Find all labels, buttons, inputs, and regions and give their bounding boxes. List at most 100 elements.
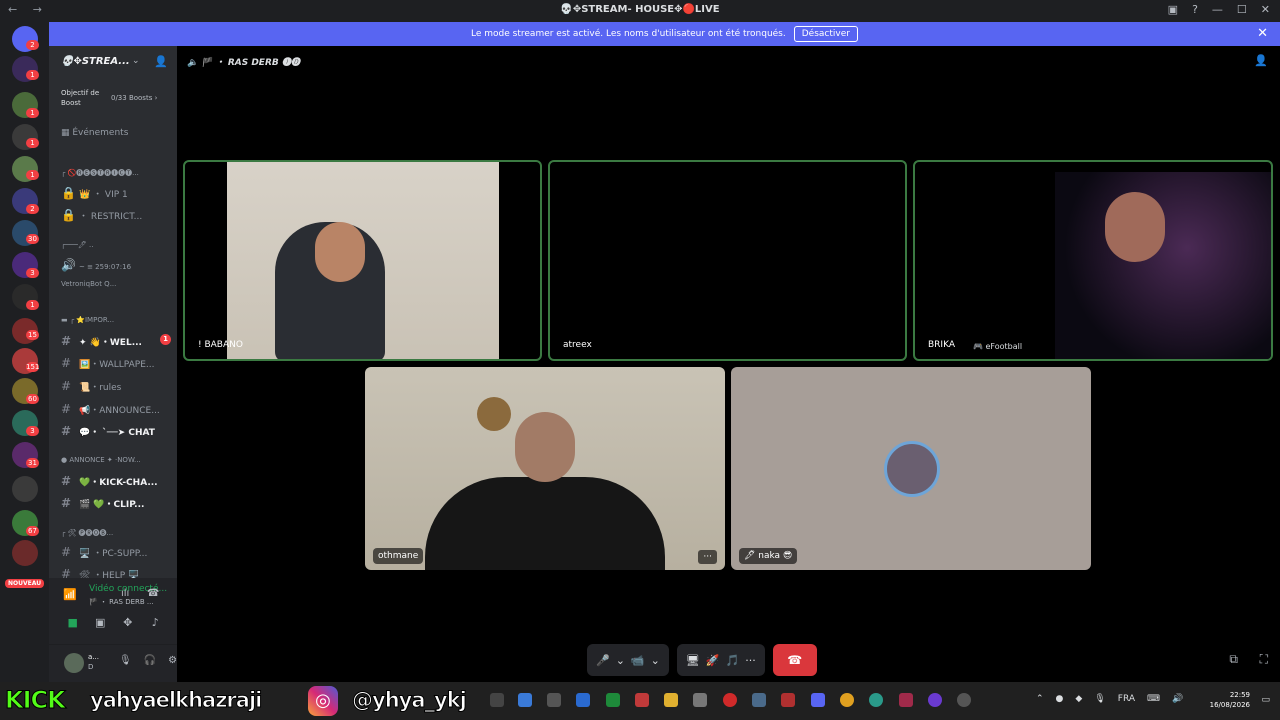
channel-category[interactable]: ┌ 🚫🅡🅔🅢🅣🅡🅘🅒🅣... bbox=[61, 168, 173, 178]
help-icon[interactable]: ? bbox=[1192, 3, 1198, 16]
noise-suppression-icon[interactable]: ılı bbox=[121, 588, 129, 599]
taskbar-app-icon[interactable] bbox=[490, 693, 504, 707]
speaker-icon: 🔈 bbox=[187, 58, 202, 68]
participant-tile[interactable]: BRIKA 🎮 eFootball bbox=[913, 160, 1273, 361]
channel-item[interactable]: # 🎬 💚・CLIP... bbox=[61, 496, 173, 510]
avatar[interactable] bbox=[64, 653, 84, 673]
channel-item[interactable]: # ✦ 👋・WEL... 1 bbox=[61, 334, 173, 348]
soundboard-icon[interactable]: 🎵 bbox=[726, 654, 740, 667]
server-badge: 1 bbox=[26, 138, 39, 148]
chevron-up-icon[interactable]: ⌃ bbox=[1036, 694, 1044, 704]
voice-member[interactable]: VetroniqBot Q... bbox=[61, 280, 173, 288]
camera-icon[interactable]: ■ bbox=[60, 616, 86, 629]
signal-icon[interactable]: 📶 bbox=[63, 588, 77, 601]
more-options-button[interactable]: ··· bbox=[698, 550, 717, 564]
taskbar-app-icon[interactable] bbox=[899, 693, 913, 707]
channel-item[interactable]: # 💬・ ˋ──➤ CHAT bbox=[61, 424, 173, 438]
channel-item[interactable]: # 🖼️・WALLPAPE... bbox=[61, 356, 173, 370]
channel-category[interactable]: ▬ ┌ ⭐IMPOR... bbox=[61, 316, 173, 324]
channel-item[interactable]: # 📜・rules bbox=[61, 379, 173, 393]
server-badge: 15 bbox=[26, 330, 39, 340]
screen-share-icon[interactable]: ▣ bbox=[87, 616, 113, 629]
server-icon[interactable] bbox=[12, 476, 38, 502]
hangup-button[interactable]: ☎ bbox=[772, 644, 817, 676]
participant-name: ! BABANO bbox=[198, 340, 243, 350]
participant-tile[interactable]: 🖋 naka 😎 bbox=[731, 367, 1091, 570]
inbox-icon[interactable]: ▣ bbox=[1168, 3, 1178, 16]
boost-goal-label[interactable]: Objectif de Boost bbox=[61, 88, 111, 108]
taskbar-app-icon[interactable] bbox=[664, 693, 678, 707]
microphone-icon[interactable]: 🎙 bbox=[1094, 694, 1105, 704]
username[interactable]: a... bbox=[88, 653, 99, 661]
banner-close-icon[interactable]: ✕ bbox=[1257, 26, 1268, 41]
settings-gear-icon[interactable]: ⚙ bbox=[168, 655, 177, 666]
camera-icon[interactable]: 📹 bbox=[631, 654, 645, 667]
server-badge: 1 bbox=[26, 108, 39, 118]
hash-icon: # bbox=[61, 424, 72, 438]
server-icon[interactable] bbox=[12, 540, 38, 566]
activities-icon[interactable]: 🚀 bbox=[706, 654, 720, 667]
maximize-button[interactable]: ☐ bbox=[1237, 3, 1247, 16]
screen-share-icon[interactable]: 🖥 bbox=[686, 654, 700, 667]
taskbar-app-icon[interactable] bbox=[518, 693, 532, 707]
chevron-down-icon[interactable]: ⌄ bbox=[616, 654, 625, 667]
tray-app-icon[interactable]: ◆ bbox=[1075, 694, 1082, 704]
microphone-icon[interactable]: 🎤 bbox=[596, 654, 610, 667]
disconnect-icon[interactable]: ☎ bbox=[147, 588, 159, 599]
voice-channel-item[interactable]: 🔊 ~ ≡ 259:07:16 bbox=[61, 258, 173, 272]
microphone-icon[interactable]: 🎙 bbox=[119, 655, 132, 666]
user-controls: 🎙 🎧 ⚙ bbox=[119, 655, 177, 666]
channel-category[interactable]: ┌ 🛠 🅟🅡🅞🅑... bbox=[61, 528, 173, 538]
participants-icon[interactable]: 👤 bbox=[1254, 54, 1268, 67]
fullscreen-icon[interactable]: ⛶ bbox=[1260, 652, 1268, 667]
taskbar-app-icon[interactable] bbox=[723, 693, 737, 707]
boost-count[interactable]: 0/33 Boosts › bbox=[111, 94, 157, 102]
channel-category[interactable]: ┌───🖊 .. bbox=[61, 241, 173, 249]
taskbar-app-icon[interactable] bbox=[957, 693, 971, 707]
guild-name[interactable]: 💀✥STREA... bbox=[61, 56, 130, 67]
tray-app-icon[interactable]: ● bbox=[1056, 694, 1064, 704]
channel-item[interactable]: 🔒 ・ RESTRICT... bbox=[61, 208, 173, 222]
av-controls: 🎤 ⌄ 📹 ⌄ bbox=[587, 644, 669, 676]
activities-icon[interactable]: ✥ bbox=[115, 616, 141, 629]
channel-item[interactable]: # 💚・KICK-CHA... bbox=[61, 474, 173, 488]
channel-label: 💚・KICK-CHA... bbox=[79, 478, 158, 488]
taskbar-app-icon[interactable] bbox=[781, 693, 795, 707]
notification-icon[interactable]: ▭ bbox=[1261, 695, 1270, 705]
disable-streamer-button[interactable]: Désactiver bbox=[793, 26, 858, 42]
taskbar-app-icon[interactable] bbox=[811, 693, 825, 707]
taskbar-app-icon[interactable] bbox=[752, 693, 766, 707]
chevron-down-icon[interactable]: ⌄ bbox=[132, 56, 140, 66]
taskbar-app-icon[interactable] bbox=[635, 693, 649, 707]
taskbar-app-icon[interactable] bbox=[869, 693, 883, 707]
popout-icon[interactable]: ⧉ bbox=[1229, 652, 1238, 667]
more-icon[interactable]: ··· bbox=[745, 654, 756, 667]
channel-item[interactable]: # 🖥️ ・PC-SUPP... bbox=[61, 545, 173, 559]
taskbar-app-icon[interactable] bbox=[928, 693, 942, 707]
taskbar-app-icon[interactable] bbox=[693, 693, 707, 707]
taskbar-app-icon[interactable] bbox=[606, 693, 620, 707]
minimize-button[interactable]: — bbox=[1212, 3, 1223, 16]
chevron-down-icon[interactable]: ⌄ bbox=[651, 654, 660, 667]
soundboard-icon[interactable]: ♪ bbox=[142, 616, 168, 629]
participant-name: 🖋 naka 😎 bbox=[739, 548, 798, 564]
events-link[interactable]: ▦ Événements bbox=[61, 128, 128, 138]
volume-icon[interactable]: 🔊 bbox=[1172, 694, 1183, 704]
server-badge: 3 bbox=[26, 268, 39, 278]
close-button[interactable]: ✕ bbox=[1261, 3, 1270, 16]
add-member-icon[interactable]: 👤 bbox=[154, 55, 168, 68]
taskbar-app-icon[interactable] bbox=[576, 693, 590, 707]
headphones-icon[interactable]: 🎧 bbox=[144, 655, 156, 666]
participant-tile[interactable]: atreex bbox=[548, 160, 907, 361]
channel-label: ✦ 👋・WEL... bbox=[79, 338, 142, 348]
taskbar-app-icon[interactable] bbox=[840, 693, 854, 707]
clock[interactable]: 22:59 16/08/2026 bbox=[1210, 690, 1250, 710]
taskbar-app-icon[interactable] bbox=[547, 693, 561, 707]
participant-tile[interactable]: ! BABANO bbox=[183, 160, 542, 361]
channel-item[interactable]: # 📢・ANNOUNCE... bbox=[61, 402, 173, 416]
network-icon[interactable]: ⌨ bbox=[1147, 694, 1160, 704]
language-indicator[interactable]: FRA bbox=[1118, 694, 1135, 704]
channel-category[interactable]: ● ANNONCE ✦ ·NOW... bbox=[61, 456, 173, 464]
participant-tile[interactable]: othmane ··· bbox=[365, 367, 725, 570]
channel-item[interactable]: 🔒 👑 ・ VIP 1 bbox=[61, 186, 173, 200]
